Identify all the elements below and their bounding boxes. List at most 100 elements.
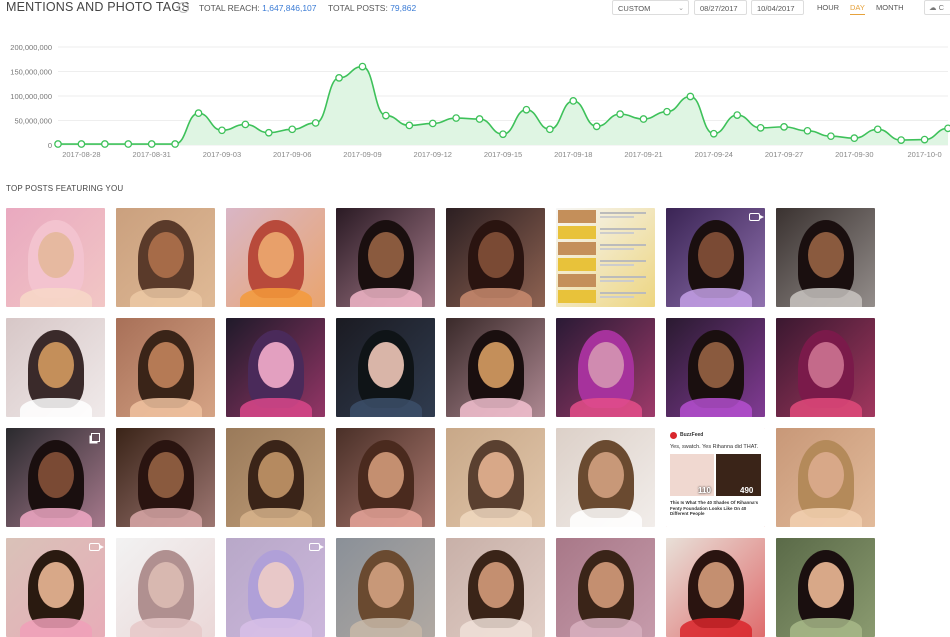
shoulders-shape [20,508,92,527]
y-tick-label: 0 [48,141,52,150]
post-thumbnail[interactable] [6,208,105,307]
card-caption: This Is What The 40 Shades Of Rihanna's … [670,500,759,516]
face-shape [38,562,74,608]
shoulders-shape [240,288,312,307]
shoulders-shape [20,398,92,417]
shoulders-shape [790,398,862,417]
data-point [873,125,882,134]
post-thumbnail[interactable]: BuzzFeed Yes, swatch. Yes Rihanna did TH… [666,428,765,527]
post-thumbnail[interactable] [776,538,875,637]
post-thumbnail[interactable] [446,318,545,417]
video-icon [309,543,324,551]
list-text-line [600,248,634,250]
face-shape [698,232,734,278]
list-text-line [600,232,634,234]
data-point [100,140,109,148]
shoulders-shape [130,508,202,527]
face-shape [368,452,404,498]
post-thumbnail[interactable] [336,428,435,527]
face-shape [808,562,844,608]
post-thumbnail[interactable] [226,318,325,417]
face-shape [148,342,184,388]
granularity-hour[interactable]: HOUR [817,3,839,12]
post-thumbnail[interactable] [556,428,655,527]
post-thumbnail[interactable] [666,208,765,307]
list-text-line [600,292,646,294]
post-thumbnail[interactable] [556,538,655,637]
data-point [569,97,578,105]
list-thumb [558,242,596,255]
post-thumbnail[interactable] [226,208,325,307]
post-thumbnail[interactable] [116,208,215,307]
list-text-line [600,244,646,246]
x-tick-label: 2017-09-27 [765,150,803,159]
data-point [475,115,484,123]
list-text-line [600,296,634,298]
post-thumbnail[interactable] [116,428,215,527]
list-text-line [600,228,646,230]
post-thumbnail[interactable] [226,428,325,527]
total-reach: TOTAL REACH: 1,647,846,107 [199,3,317,13]
post-thumbnail[interactable] [776,318,875,417]
x-tick-label: 2017-09-12 [414,150,452,159]
reach-area-chart: 0 50,000,000 100,000,000 150,000,000 200,000… [10,43,950,159]
range-select[interactable]: CUSTOM ⌄ [612,0,689,15]
post-thumbnail[interactable] [116,538,215,637]
data-point [405,121,414,130]
download-button[interactable]: ☁ C [924,0,950,15]
post-thumbnail[interactable] [446,428,545,527]
granularity-month[interactable]: MONTH [876,3,904,12]
post-thumbnail[interactable] [556,318,655,417]
post-thumbnail[interactable] [6,318,105,417]
face-shape [38,342,74,388]
date-from-input[interactable]: 08/27/2017 [694,0,747,15]
post-thumbnail[interactable] [336,318,435,417]
shoulders-shape [240,618,312,637]
shoulders-shape [680,398,752,417]
post-thumbnail[interactable] [336,538,435,637]
post-thumbnail[interactable] [336,208,435,307]
post-thumbnail[interactable] [776,428,875,527]
total-reach-label: TOTAL REACH: [199,3,260,13]
data-point [124,140,133,148]
post-thumbnail[interactable] [776,208,875,307]
date-to-input[interactable]: 10/04/2017 [751,0,804,15]
shoulders-shape [350,618,422,637]
post-thumbnail[interactable] [6,538,105,637]
post-thumbnail[interactable] [556,208,655,307]
post-thumbnail[interactable] [666,318,765,417]
post-thumbnail[interactable] [116,318,215,417]
y-tick-label: 50,000,000 [14,117,52,126]
data-point [920,135,929,144]
shoulders-shape [130,618,202,637]
section-title: TOP POSTS FEATURING YOU [6,184,124,193]
face-shape [588,342,624,388]
data-point [241,120,250,129]
total-posts-value: 79,862 [390,3,417,13]
list-thumb [558,258,596,271]
post-thumbnail[interactable] [446,538,545,637]
granularity-day[interactable]: DAY [850,3,865,15]
face-shape [808,342,844,388]
post-thumbnail[interactable] [6,428,105,527]
data-point [452,114,461,122]
post-thumbnail[interactable] [226,538,325,637]
video-icon [749,213,764,221]
shoulders-shape [240,398,312,417]
info-icon[interactable]: i [178,2,189,13]
data-point [194,109,203,118]
data-point [147,140,156,148]
x-tick-label: 2017-08-31 [132,150,170,159]
shoulders-shape [570,508,642,527]
list-text-line [600,280,634,282]
face-shape [148,232,184,278]
swatch-photo-right [716,454,761,496]
post-thumbnail[interactable] [666,538,765,637]
list-text-line [600,264,634,266]
x-tick-label: 2017-09-06 [273,150,311,159]
list-text-line [600,276,646,278]
range-select-value: CUSTOM [618,4,651,13]
post-thumbnail[interactable] [446,208,545,307]
face-shape [38,452,74,498]
buzzfeed-card: BuzzFeed Yes, swatch. Yes Rihanna did TH… [666,428,765,527]
